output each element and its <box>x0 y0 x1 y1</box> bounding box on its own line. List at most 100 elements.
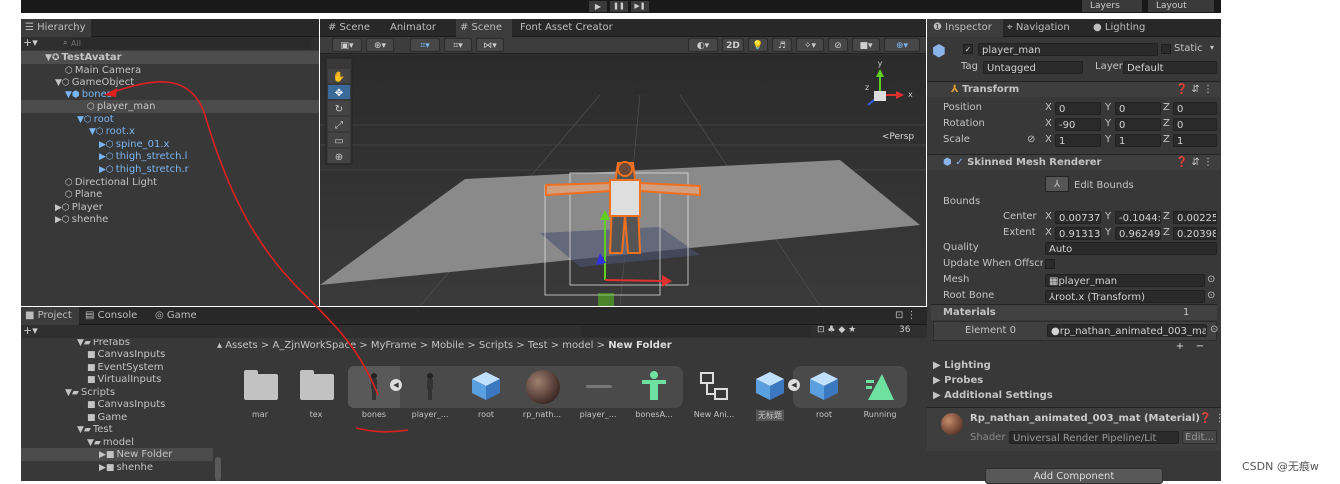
hierarchy-item[interactable]: ▶⬡ thigh_stretch.r <box>21 163 189 176</box>
quality-dropdown[interactable]: Auto <box>1045 242 1217 255</box>
grid-snap-button[interactable]: ⌗▾ <box>410 38 440 52</box>
add-material-button[interactable]: + <box>1171 341 1189 355</box>
add-component-button[interactable]: Add Component <box>985 468 1163 484</box>
rotation-x-field[interactable]: -90 <box>1055 118 1101 131</box>
center-y-field[interactable]: -0.1044: <box>1115 211 1161 224</box>
project-search-input[interactable] <box>581 326 811 337</box>
asset-prefab-untitled[interactable]: 无标题 <box>744 366 796 422</box>
object-name-field[interactable]: player_man <box>978 43 1158 56</box>
materials-header[interactable]: Materials 1 <box>931 304 1217 320</box>
gizmos-dropdown[interactable]: ⊕▾ <box>884 38 920 52</box>
center-z-field[interactable]: 0.00225 <box>1173 211 1217 224</box>
layout-dropdown[interactable]: Layout <box>1148 0 1214 12</box>
breadcrumb-item[interactable]: Assets <box>225 340 258 351</box>
update-offscreen-checkbox[interactable] <box>1045 259 1055 269</box>
renderer-menu-icons[interactable]: ❓ ⇵ ⋮ <box>1176 155 1213 171</box>
static-dropdown-icon[interactable]: ▾ <box>1210 43 1214 52</box>
breadcrumb-item[interactable]: model <box>562 340 593 351</box>
shader-dropdown[interactable]: Universal Render Pipeline/Lit <box>1009 431 1179 444</box>
tree-item[interactable]: ▶■ shenhe <box>21 461 153 474</box>
pause-button[interactable]: ❚❚ <box>610 1 628 12</box>
asset-model[interactable]: player_... <box>404 366 456 422</box>
scale-y-field[interactable]: 1 <box>1115 134 1161 147</box>
effects-dropdown[interactable]: ✧▾ <box>796 38 824 52</box>
scale-z-field[interactable]: 1 <box>1173 134 1217 147</box>
rotation-z-field[interactable]: 0 <box>1173 118 1217 131</box>
asset-prefab[interactable]: root <box>798 366 850 422</box>
hierarchy-item-selected[interactable]: ⬡ player_man <box>21 100 319 113</box>
tab-inspector[interactable]: ❶ Inspector <box>927 19 1003 37</box>
gizmo-global-dropdown[interactable]: ⊕▾ <box>366 38 394 52</box>
position-x-field[interactable]: 0 <box>1055 102 1101 115</box>
breadcrumb-item[interactable]: Mobile <box>431 340 464 351</box>
static-checkbox[interactable] <box>1161 44 1171 54</box>
camera-dropdown[interactable]: ■▾ <box>852 38 880 52</box>
position-y-field[interactable]: 0 <box>1115 102 1161 115</box>
asset-mesh[interactable]: player_... <box>572 366 624 422</box>
asset-prefab[interactable]: root <box>460 366 512 422</box>
step-button[interactable]: ▶❚ <box>631 1 649 12</box>
tab-lighting[interactable]: ● Lighting <box>1093 19 1163 37</box>
extent-x-field[interactable]: 0.91313' <box>1055 227 1101 240</box>
tab-scene[interactable]: # Scene <box>326 19 376 37</box>
hierarchy-item[interactable]: ▶⬡ shenhe <box>21 213 108 226</box>
mesh-picker-icon[interactable]: ⊙ <box>1207 273 1215 287</box>
project-filter-icons[interactable]: ⊡ ♣ ◆ ★ <box>817 325 856 335</box>
breadcrumb-item[interactable]: Test <box>528 340 548 351</box>
skinned-mesh-renderer-header[interactable]: ⬢ ✓ Skinned Mesh Renderer ❓ ⇵ ⋮ <box>927 154 1221 170</box>
asset-avatar[interactable]: bonesA... <box>628 366 680 422</box>
play-button[interactable]: ▶ <box>589 1 607 12</box>
draw-mode-dropdown[interactable]: ▣▾ <box>332 38 362 52</box>
hierarchy-item[interactable]: ▶⬡ thigh_stretch.l <box>21 150 187 163</box>
asset-animation-clip[interactable]: Running <box>854 366 906 422</box>
probes-foldout[interactable]: ▶ Probes <box>933 374 983 388</box>
active-checkbox[interactable]: ✓ <box>963 44 973 54</box>
tab-game[interactable]: ◎ Game <box>155 307 207 325</box>
breadcrumb-item[interactable]: MyFrame <box>371 340 417 351</box>
mesh-field[interactable]: ▦player_man <box>1045 274 1205 287</box>
tab-navigation[interactable]: ⌖ Navigation <box>1007 19 1089 37</box>
asset-animator[interactable]: New Ani... <box>688 366 740 422</box>
breadcrumb-item-current[interactable]: New Folder <box>608 340 671 351</box>
constrain-proportions-icon[interactable]: ⊘ <box>1027 133 1035 147</box>
tree-item[interactable]: ■ CanvasInputs <box>21 398 165 411</box>
root-bone-field[interactable]: ⅄root.x (Transform) <box>1045 290 1205 303</box>
lighting-foldout[interactable]: ▶ Lighting <box>933 359 991 373</box>
project-menu-icon[interactable]: ⊡ ⋮ <box>895 307 925 325</box>
center-x-field[interactable]: 0.00737 <box>1055 211 1101 224</box>
asset-material[interactable]: rp_nath... <box>516 366 568 422</box>
scene-viewport[interactable]: ✋ ✥ ↻ ⤢ ▭ ⊕ y x z <Persp <box>320 55 926 306</box>
hidden-objects-icon[interactable]: ⊘ <box>828 38 848 52</box>
remove-material-button[interactable]: − <box>1191 341 1209 355</box>
tree-scrollbar[interactable] <box>215 457 221 481</box>
lighting-toggle-icon[interactable]: 💡 <box>748 38 768 52</box>
extent-y-field[interactable]: 0.96249: <box>1115 227 1161 240</box>
hierarchy-item[interactable]: ▼⬡ root.x <box>21 125 135 138</box>
tab-font-asset-creator[interactable]: Font Asset Creator <box>520 19 620 37</box>
edit-bounds-button[interactable]: ⅄ <box>1045 176 1069 192</box>
hierarchy-scene-row[interactable]: ▼✪ TestAvatar <box>21 51 319 64</box>
rotation-y-field[interactable]: 0 <box>1115 118 1161 131</box>
align-button[interactable]: ⋈▾ <box>476 38 504 52</box>
tree-item[interactable]: ■ VirtualInputs <box>21 373 161 386</box>
toggle-2d-button[interactable]: 2D <box>722 38 744 52</box>
tag-dropdown[interactable]: Untagged <box>983 61 1083 74</box>
breadcrumb-item[interactable]: A_ZjnWorkSpace <box>273 340 357 351</box>
asset-folder[interactable]: mar <box>234 366 286 422</box>
material-picker-icon[interactable]: ⊙ <box>1210 323 1218 337</box>
audio-toggle-icon[interactable]: ♬ <box>772 38 792 52</box>
perspective-label[interactable]: <Persp <box>882 132 915 142</box>
tab-console[interactable]: ▤ Console <box>85 307 147 325</box>
search-input[interactable] <box>71 38 311 49</box>
project-add-button[interactable]: +▾ <box>23 324 38 337</box>
scale-x-field[interactable]: 1 <box>1055 134 1101 147</box>
shader-edit-button[interactable]: Edit... <box>1182 430 1217 444</box>
tab-animator[interactable]: Animator <box>388 19 452 37</box>
asset-folder[interactable]: tex <box>290 366 342 422</box>
tree-item[interactable]: ■ CanvasInputs <box>21 348 165 361</box>
tab-scene-2[interactable]: # Scene <box>456 19 512 37</box>
layer-dropdown[interactable]: Default <box>1123 61 1217 74</box>
material-menu-icons[interactable]: ❓ ⋮ <box>1199 412 1225 426</box>
transform-header[interactable]: ⅄ Transform ❓ ⇵ ⋮ <box>927 81 1221 97</box>
add-button[interactable]: +▾ <box>23 36 38 49</box>
